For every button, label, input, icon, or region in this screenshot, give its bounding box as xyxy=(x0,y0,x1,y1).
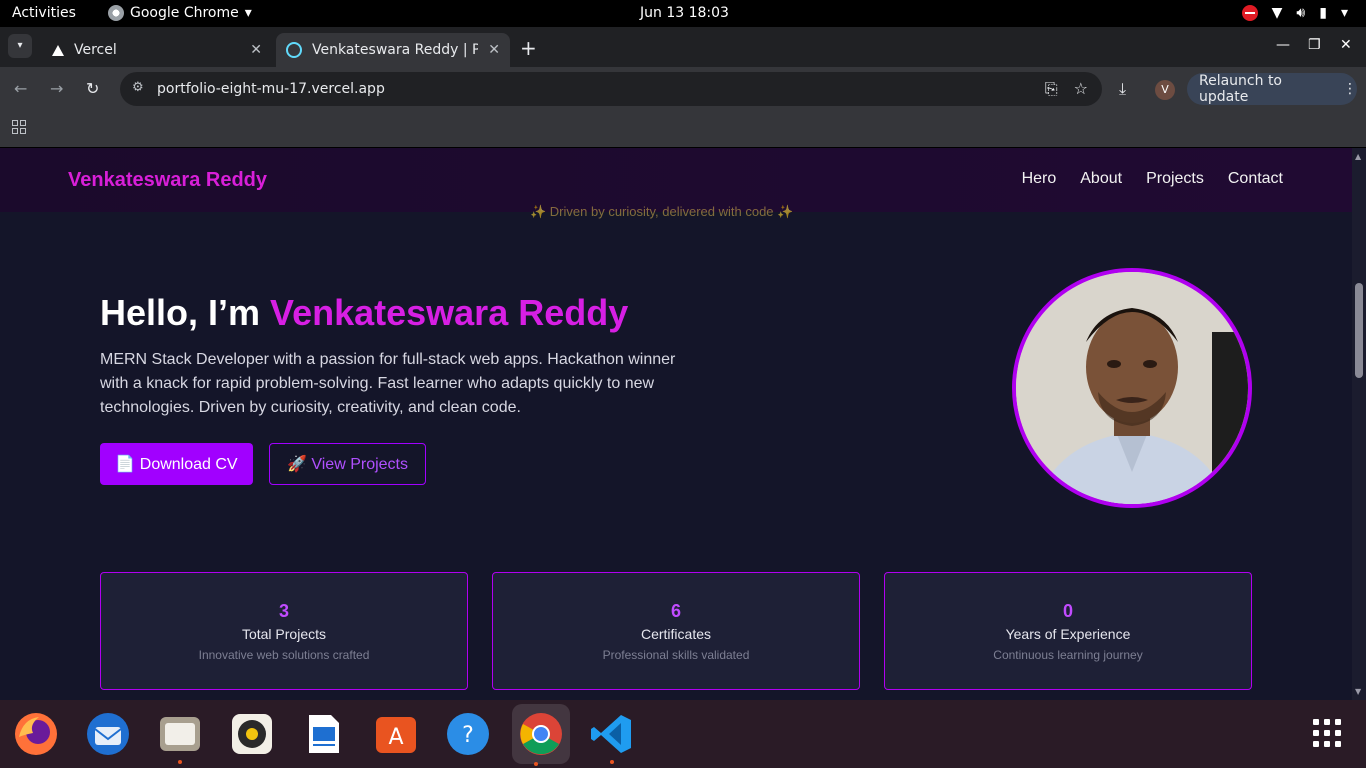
address-bar[interactable]: ⚙ portfolio-eight-mu-17.vercel.app ⎘ ☆ xyxy=(120,72,1102,106)
page-viewport: Venkateswara Reddy Hero About Projects C… xyxy=(0,148,1352,700)
download-cv-button[interactable]: 📄 Download CV xyxy=(100,443,253,485)
app-menu[interactable]: Google Chrome ▾ xyxy=(108,5,252,21)
react-icon xyxy=(286,42,302,58)
back-icon[interactable]: ← xyxy=(14,79,27,98)
power-menu-chevron-icon: ▾ xyxy=(1340,5,1348,21)
apps-grid-icon[interactable] xyxy=(12,120,26,134)
battery-icon: ▮ xyxy=(1319,5,1327,21)
activities-button[interactable]: Activities xyxy=(12,5,76,21)
firefox-icon[interactable] xyxy=(12,710,60,758)
tab-search-button[interactable]: ▾ xyxy=(8,34,32,58)
stat-label: Years of Experience xyxy=(1005,626,1131,642)
url-text[interactable]: portfolio-eight-mu-17.vercel.app xyxy=(157,81,385,97)
stat-label: Certificates xyxy=(640,626,712,642)
tab-portfolio[interactable]: Venkateswara Reddy | P ✕ xyxy=(276,33,510,67)
site-info-icon[interactable]: ⚙ xyxy=(132,80,144,95)
wifi-icon: ▼ xyxy=(1271,5,1283,21)
tab-title: Vercel xyxy=(74,42,117,58)
close-window-icon[interactable]: ✕ xyxy=(1340,37,1352,53)
rhythmbox-icon[interactable] xyxy=(228,710,276,758)
stat-subtext: Professional skills validated xyxy=(602,648,750,662)
stat-subtext: Innovative web solutions crafted xyxy=(198,648,370,662)
chrome-icon[interactable] xyxy=(512,704,570,766)
hero-name: Venkateswara Reddy xyxy=(270,292,629,333)
bookmarks-bar xyxy=(0,111,1366,147)
chrome-small-icon xyxy=(108,5,124,21)
volume-icon: 🔊︎ xyxy=(1296,5,1306,21)
scroll-up-icon[interactable]: ▲ xyxy=(1355,152,1361,161)
tab-title: Venkateswara Reddy | P xyxy=(312,42,479,58)
stat-subtext: Continuous learning journey xyxy=(993,648,1143,662)
nav-link-contact[interactable]: Contact xyxy=(1228,170,1283,188)
scroll-down-icon[interactable]: ▼ xyxy=(1355,687,1361,696)
scrollbar-thumb[interactable] xyxy=(1355,283,1363,378)
forward-icon[interactable]: → xyxy=(50,79,63,98)
stat-value: 6 xyxy=(670,601,681,621)
writer-icon[interactable] xyxy=(300,710,348,758)
close-icon[interactable]: ✕ xyxy=(250,42,262,58)
relaunch-label: Relaunch to update xyxy=(1199,73,1283,105)
clock[interactable]: Jun 13 18:03 xyxy=(640,5,729,21)
system-top-bar: Activities Google Chrome ▾ Jun 13 18:03 … xyxy=(0,0,1366,27)
nav-link-hero[interactable]: Hero xyxy=(1022,170,1057,188)
more-menu-icon[interactable]: ⋮ xyxy=(1343,81,1357,97)
page-scrollbar[interactable]: ▲ ▼ xyxy=(1352,148,1366,700)
minimize-icon[interactable]: — xyxy=(1276,37,1290,53)
do-not-disturb-icon xyxy=(1241,5,1258,21)
files-icon[interactable] xyxy=(156,710,204,764)
tab-strip: ▾ Vercel ✕ Venkateswara Reddy | P ✕ + — … xyxy=(0,27,1366,67)
reload-icon[interactable]: ↻ xyxy=(86,79,99,98)
show-apps-icon[interactable] xyxy=(1313,719,1341,747)
system-tray[interactable]: ▼ 🔊︎ ▮ ▾ xyxy=(1241,5,1348,21)
new-tab-button[interactable]: + xyxy=(520,36,537,60)
browser-toolbar: ← → ↻ ⚙ portfolio-eight-mu-17.vercel.app… xyxy=(0,67,1366,111)
site-navbar: Venkateswara Reddy Hero About Projects C… xyxy=(0,148,1352,212)
profile-photo xyxy=(1012,268,1252,508)
tagline: ✨ Driven by curiosity, delivered with co… xyxy=(530,204,794,219)
stat-card-certificates: 6 Certificates Professional skills valid… xyxy=(492,572,860,690)
hero-greeting: Hello, I’m xyxy=(100,292,271,333)
app-center-icon[interactable]: A xyxy=(372,710,420,758)
svg-text:A: A xyxy=(388,725,403,750)
vscode-icon[interactable] xyxy=(588,710,636,764)
view-projects-button[interactable]: 🚀 View Projects xyxy=(269,443,426,485)
vercel-icon xyxy=(52,44,64,56)
site-brand[interactable]: Venkateswara Reddy xyxy=(68,169,267,192)
chevron-down-icon: ▾ xyxy=(244,5,252,21)
stat-card-projects: 3 Total Projects Innovative web solution… xyxy=(100,572,468,690)
stat-value: 3 xyxy=(278,601,289,621)
thunderbird-icon[interactable] xyxy=(84,710,132,758)
nav-link-about[interactable]: About xyxy=(1080,170,1122,188)
close-icon[interactable]: ✕ xyxy=(488,42,500,58)
hero-description: MERN Stack Developer with a passion for … xyxy=(100,351,676,416)
relaunch-button[interactable]: Relaunch to update ⋮ xyxy=(1187,73,1357,105)
tab-vercel[interactable]: Vercel ✕ xyxy=(40,33,272,67)
stat-label: Total Projects xyxy=(241,626,327,642)
profile-avatar[interactable]: V xyxy=(1155,80,1175,100)
help-icon[interactable]: ? xyxy=(444,710,492,758)
hero-title: Hello, I’m Venkateswara Reddy xyxy=(100,292,628,334)
profile-photo-illustration xyxy=(1016,272,1248,504)
bookmark-star-icon[interactable]: ☆ xyxy=(1074,79,1088,99)
install-app-icon[interactable]: ⎘ xyxy=(1045,79,1058,99)
stat-value: 0 xyxy=(1062,601,1073,621)
download-icon[interactable]: ⤓ xyxy=(1119,79,1126,99)
nav-link-projects[interactable]: Projects xyxy=(1146,170,1204,188)
site-nav-links: Hero About Projects Contact xyxy=(1022,170,1283,188)
maximize-icon[interactable]: ❐ xyxy=(1308,37,1321,53)
app-menu-label: Google Chrome xyxy=(130,5,239,21)
ubuntu-dock: A ? xyxy=(0,700,1366,768)
svg-text:?: ? xyxy=(462,723,474,748)
stat-card-experience: 0 Years of Experience Continuous learnin… xyxy=(884,572,1252,690)
